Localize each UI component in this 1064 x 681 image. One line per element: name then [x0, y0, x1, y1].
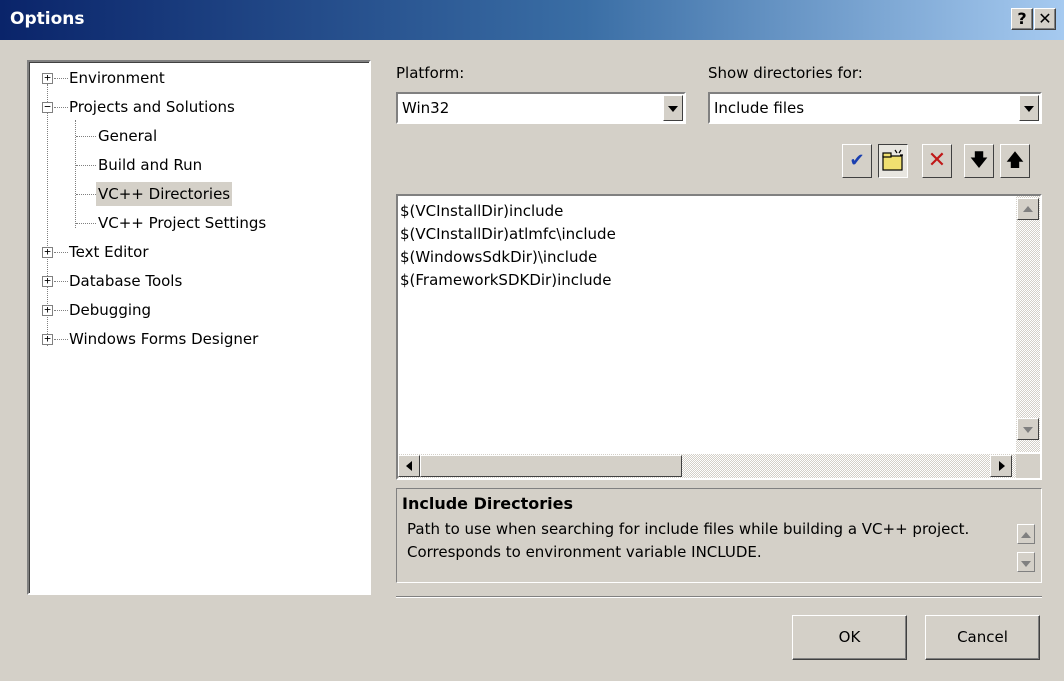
move-up-icon[interactable]: 🡅 [1000, 144, 1030, 178]
separator [396, 596, 1042, 598]
tree-item-label: Text Editor [69, 243, 149, 261]
collapse-icon[interactable]: − [42, 101, 53, 113]
list-item[interactable]: $(VCInstallDir)include [400, 200, 616, 223]
tree-item-label-selected: VC++ Directories [96, 182, 233, 206]
tree-item-vc-project-settings[interactable]: VC++ Project Settings [29, 211, 359, 235]
scroll-left-icon[interactable] [398, 455, 420, 477]
directories-items: $(VCInstallDir)include $(VCInstallDir)at… [400, 200, 616, 292]
tree-item-general[interactable]: General [29, 124, 359, 148]
description-panel: Include Directories Path to use when sea… [396, 488, 1042, 583]
scroll-up-icon[interactable] [1017, 198, 1039, 220]
tree-item-label: Database Tools [69, 272, 183, 290]
tree-item-environment[interactable]: + Environment [29, 66, 359, 90]
checkmark-icon[interactable]: ✔ [842, 144, 872, 178]
description-line: Path to use when searching for include f… [407, 520, 970, 538]
close-button[interactable]: ✕ [1034, 8, 1056, 30]
title-bar: Options ? ✕ [0, 0, 1064, 40]
expand-icon[interactable]: + [42, 72, 53, 84]
show-directories-select[interactable]: Include files [708, 92, 1042, 124]
tree-item-label: Build and Run [98, 156, 203, 174]
tree-item-vc-directories[interactable]: VC++ Directories [29, 182, 359, 206]
tree-item-windows-forms-designer[interactable]: + Windows Forms Designer [29, 327, 359, 351]
help-button[interactable]: ? [1011, 8, 1033, 30]
platform-select[interactable]: Win32 [396, 92, 686, 124]
horizontal-scrollbar[interactable] [398, 454, 1016, 478]
tree-item-text-editor[interactable]: + Text Editor [29, 240, 359, 264]
tree-item-label: General [98, 127, 158, 145]
ok-button[interactable]: OK [792, 615, 907, 660]
expand-icon[interactable]: + [42, 246, 53, 258]
new-folder-icon[interactable] [878, 144, 908, 178]
list-item[interactable]: $(FrameworkSDKDir)include [400, 269, 616, 292]
tree-item-database-tools[interactable]: + Database Tools [29, 269, 359, 293]
platform-value: Win32 [402, 99, 450, 117]
scroll-right-icon[interactable] [990, 455, 1012, 477]
cancel-button[interactable]: Cancel [925, 615, 1040, 660]
scroll-corner [1016, 454, 1040, 478]
expand-icon[interactable]: + [42, 333, 53, 345]
tree-item-label: Environment [69, 69, 165, 87]
tree-item-label: Windows Forms Designer [69, 330, 259, 348]
scroll-down-icon[interactable] [1017, 418, 1039, 440]
move-down-icon[interactable]: 🡇 [964, 144, 994, 178]
tree-item-debugging[interactable]: + Debugging [29, 298, 359, 322]
description-text: Path to use when searching for include f… [407, 518, 1007, 564]
expand-icon[interactable]: + [42, 304, 53, 316]
tree-item-build-and-run[interactable]: Build and Run [29, 153, 359, 177]
window-title: Options [10, 9, 85, 29]
vertical-scrollbar[interactable] [1016, 196, 1040, 452]
delete-x-icon[interactable]: ✕ [922, 144, 952, 178]
scroll-thumb[interactable] [420, 455, 682, 477]
dropdown-arrow-icon[interactable] [663, 95, 683, 121]
description-scroll-up-icon[interactable] [1017, 524, 1035, 544]
description-line: Corresponds to environment variable INCL… [407, 543, 762, 561]
dropdown-arrow-icon[interactable] [1019, 95, 1039, 121]
tree-item-label: Debugging [69, 301, 152, 319]
tree-item-projects-and-solutions[interactable]: − Projects and Solutions [29, 95, 359, 119]
list-item[interactable]: $(VCInstallDir)atlmfc\include [400, 223, 616, 246]
tree-item-label: Projects and Solutions [69, 98, 235, 116]
platform-label: Platform: [396, 64, 465, 82]
list-item[interactable]: $(WindowsSdkDir)\include [400, 246, 616, 269]
tree-item-label: VC++ Project Settings [98, 214, 267, 232]
show-directories-value: Include files [714, 99, 805, 117]
expand-icon[interactable]: + [42, 275, 53, 287]
description-title: Include Directories [402, 494, 573, 513]
show-directories-label: Show directories for: [708, 64, 863, 82]
options-tree[interactable]: + Environment − Projects and Solutions G… [27, 60, 371, 595]
description-scroll-down-icon[interactable] [1017, 552, 1035, 572]
directories-list[interactable]: $(VCInstallDir)include $(VCInstallDir)at… [396, 194, 1042, 480]
